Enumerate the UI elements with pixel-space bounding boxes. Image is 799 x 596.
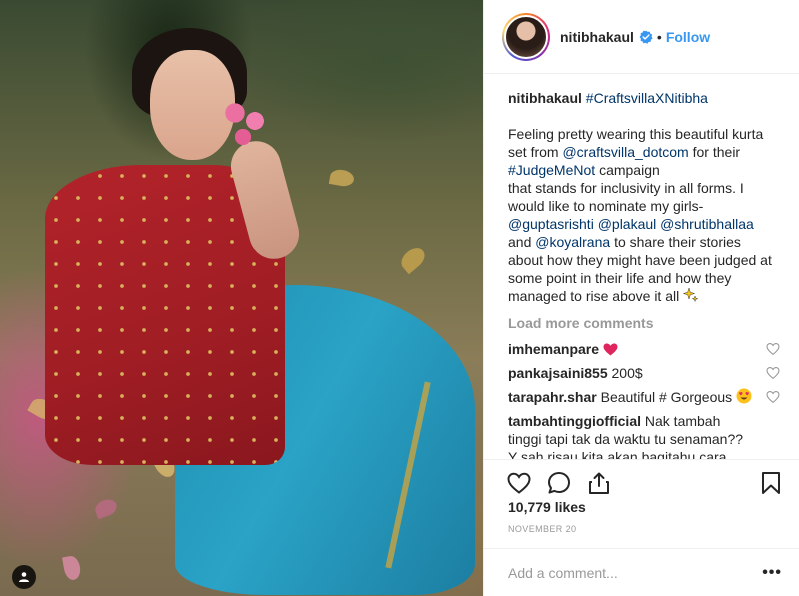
mention-link[interactable]: @craftsvilla_dotcom: [562, 144, 688, 160]
caption-line: some point in their life and how they: [508, 270, 732, 286]
comment-username[interactable]: imhemanpare: [508, 341, 599, 357]
sparkles-emoji-icon: [683, 287, 699, 303]
user-tag-button[interactable]: [12, 565, 36, 589]
leaf-decoration: [397, 243, 429, 275]
mention-link[interactable]: @plakaul: [598, 216, 657, 232]
comment-username[interactable]: pankajsaini855: [508, 365, 608, 381]
comment-item: tarapahr.shar Beautiful # Gorgeous: [508, 388, 780, 406]
caption-text: for their: [692, 144, 741, 160]
user-tag-icon: [19, 572, 29, 582]
comment-username[interactable]: tambahtinggiofficial: [508, 413, 641, 429]
add-comment-bar: •••: [484, 548, 799, 596]
caption-line: about how they might have been judged at: [508, 252, 772, 268]
caption-line: Feeling pretty wearing this beautiful ku…: [508, 126, 764, 142]
comment-username[interactable]: tarapahr.shar: [508, 389, 597, 405]
header-username[interactable]: nitibhakaul: [560, 29, 634, 45]
add-comment-input[interactable]: [508, 564, 763, 581]
mention-link[interactable]: @guptasrishti: [508, 216, 594, 232]
caption-text: to share their stories: [614, 234, 741, 250]
comment-icon[interactable]: [546, 470, 572, 496]
comment-text: Beautiful # Gorgeous: [600, 389, 733, 405]
like-comment-heart-icon[interactable]: [766, 366, 780, 380]
caption-text: and: [508, 234, 532, 250]
post-photo[interactable]: [0, 0, 483, 596]
comment-text: 200$: [611, 365, 643, 381]
pink-flowers: [215, 95, 275, 155]
heart-eyes-emoji-icon: [736, 388, 752, 404]
comments-section: nitibhakaul #CraftsvillaXNitibha Feeling…: [484, 74, 799, 459]
load-more-comments[interactable]: Load more comments: [508, 315, 780, 331]
header-separator: •: [656, 28, 662, 45]
more-options-button[interactable]: •••: [762, 564, 782, 582]
post-side-panel: nitibhakaul • Follow nitibhakaul #Crafts…: [483, 0, 799, 596]
like-comment-heart-icon[interactable]: [766, 342, 780, 356]
hashtag-link[interactable]: #CraftsvillaXNitibha: [586, 90, 708, 106]
verified-badge-icon: [639, 30, 653, 44]
bookmark-icon[interactable]: [758, 470, 784, 496]
share-icon[interactable]: [586, 470, 612, 496]
caption-text: campaign: [599, 162, 660, 178]
comment-text: Nak tambah: [644, 413, 721, 429]
caption-text: managed to rise above it all: [508, 288, 680, 304]
comment-item: pankajsaini855 200$: [508, 364, 780, 382]
mention-link[interactable]: @koyalrana: [535, 234, 610, 250]
red-heart-emoji-icon: [603, 343, 618, 356]
leaf-decoration: [328, 168, 356, 188]
avatar[interactable]: [504, 14, 548, 59]
mention-link[interactable]: @shrutibhallaa: [660, 216, 754, 232]
heart-icon[interactable]: [506, 470, 532, 496]
post-header: nitibhakaul • Follow: [484, 0, 799, 74]
caption-line: would like to nominate my girls-: [508, 198, 704, 214]
caption-username[interactable]: nitibhakaul: [508, 90, 582, 106]
post-date[interactable]: NOVEMBER 20: [508, 524, 576, 534]
comment-item: imhemanpare: [508, 340, 780, 358]
instagram-post: nitibhakaul • Follow nitibhakaul #Crafts…: [0, 0, 799, 596]
hashtag-link[interactable]: #JudgeMeNot: [508, 162, 595, 178]
leaf-decoration: [92, 496, 120, 520]
post-caption: nitibhakaul #CraftsvillaXNitibha Feeling…: [508, 89, 780, 305]
story-ring[interactable]: [502, 12, 550, 61]
comment-text-line: tinggi tapi tak da waktu tu senaman??: [508, 431, 744, 447]
leaf-decoration: [62, 554, 82, 582]
follow-button[interactable]: Follow: [666, 29, 710, 45]
comment-item: tambahtinggiofficial Nak tambah tinggi t…: [508, 412, 780, 459]
caption-line: that stands for inclusivity in all forms…: [508, 180, 744, 196]
caption-text: set from: [508, 144, 559, 160]
like-comment-heart-icon[interactable]: [766, 390, 780, 404]
likes-count[interactable]: 10,779 likes: [508, 499, 586, 515]
comment-text-line: Y sah risau kita akan bagitahu cara: [508, 449, 727, 459]
action-bar: [484, 459, 799, 499]
